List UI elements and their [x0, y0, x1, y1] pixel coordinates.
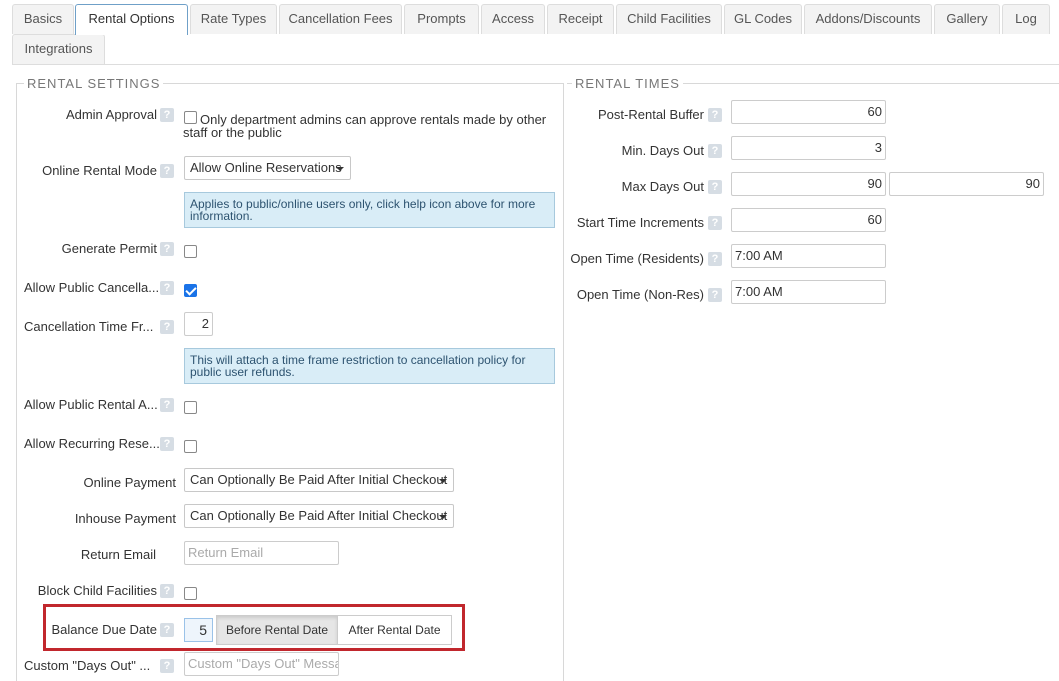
max-days-out-label: Max Days Out: [621, 179, 704, 194]
tab-child-facilities[interactable]: Child Facilities: [616, 4, 722, 34]
start-time-increments-help-icon[interactable]: [708, 216, 722, 230]
allow-public-rental-help-icon[interactable]: [160, 398, 174, 412]
tab-addons-discounts[interactable]: Addons/Discounts: [804, 4, 932, 34]
tab-rental-options[interactable]: Rental Options: [75, 4, 188, 35]
fieldset-border-right: [563, 83, 564, 681]
online-rental-mode-label: Online Rental Mode: [42, 163, 157, 178]
post-rental-buffer-input[interactable]: 60: [731, 100, 886, 124]
open-time-nonres-label: Open Time (Non-Res): [576, 287, 704, 302]
online-rental-mode-help-icon[interactable]: [160, 164, 174, 178]
chevron-down-icon: [439, 515, 447, 519]
custom-days-out-label: Custom "Days Out" ...: [24, 658, 151, 673]
open-time-residents-label: Open Time (Residents): [570, 251, 704, 266]
post-rental-buffer-label: Post-Rental Buffer: [598, 107, 704, 122]
online-rental-mode-value: Allow Online Reservations: [190, 160, 342, 175]
return-email-label: Return Email: [80, 547, 156, 562]
min-days-out-help-icon[interactable]: [708, 144, 722, 158]
min-days-out-label: Min. Days Out: [621, 143, 704, 158]
after-rental-date-button[interactable]: After Rental Date: [337, 615, 452, 645]
custom-days-out-help-icon[interactable]: [160, 659, 174, 673]
open-time-nonres-help-icon[interactable]: [708, 288, 722, 302]
tab-gl-codes[interactable]: GL Codes: [724, 4, 802, 34]
online-payment-label: Online Payment: [83, 475, 177, 490]
open-time-residents-input[interactable]: 7:00 AM: [731, 244, 886, 268]
tab-cancellation-fees[interactable]: Cancellation Fees: [279, 4, 402, 34]
generate-permit-checkbox[interactable]: [184, 245, 197, 258]
generate-permit-help-icon[interactable]: [160, 242, 174, 256]
open-time-nonres-input[interactable]: 7:00 AM: [731, 280, 886, 304]
inhouse-payment-value: Can Optionally Be Paid After Initial Che…: [190, 508, 448, 523]
tab-prompts[interactable]: Prompts: [404, 4, 479, 34]
max-days-out-input-2[interactable]: 90: [889, 172, 1044, 196]
allow-recurring-help-icon[interactable]: [160, 437, 174, 451]
admin-approval-help-icon[interactable]: [160, 108, 174, 122]
rental-settings-legend: RENTAL SETTINGS: [24, 76, 164, 91]
start-time-increments-input[interactable]: 60: [731, 208, 886, 232]
tab-integrations[interactable]: Integrations: [12, 34, 105, 64]
max-days-out-help-icon[interactable]: [708, 180, 722, 194]
allow-public-cancellation-checkbox[interactable]: [184, 284, 197, 297]
inhouse-payment-select[interactable]: Can Optionally Be Paid After Initial Che…: [184, 504, 454, 528]
balance-due-date-help-icon[interactable]: [160, 623, 174, 637]
allow-recurring-checkbox[interactable]: [184, 440, 197, 453]
cancellation-time-frame-info: This will attach a time frame restrictio…: [184, 348, 555, 384]
allow-public-cancellation-help-icon[interactable]: [160, 281, 174, 295]
generate-permit-label: Generate Permit: [61, 241, 157, 256]
online-payment-select[interactable]: Can Optionally Be Paid After Initial Che…: [184, 468, 454, 492]
inhouse-payment-label: Inhouse Payment: [74, 511, 176, 526]
open-time-residents-help-icon[interactable]: [708, 252, 722, 266]
online-rental-mode-select[interactable]: Allow Online Reservations: [184, 156, 351, 180]
return-email-input[interactable]: Return Email: [184, 541, 339, 565]
post-rental-buffer-help-icon[interactable]: [708, 108, 722, 122]
online-payment-value: Can Optionally Be Paid After Initial Che…: [190, 472, 448, 487]
allow-public-cancellation-label: Allow Public Cancella...: [24, 280, 160, 295]
before-rental-date-button[interactable]: Before Rental Date: [216, 615, 338, 645]
tab-receipt[interactable]: Receipt: [547, 4, 614, 34]
tab-bar: Basics Rental Options Rate Types Cancell…: [12, 4, 1059, 65]
allow-public-rental-label: Allow Public Rental A...: [24, 397, 158, 412]
block-child-facilities-checkbox[interactable]: [184, 587, 197, 600]
allow-recurring-label: Allow Recurring Rese...: [24, 436, 160, 451]
balance-due-date-label: Balance Due Date: [51, 622, 157, 637]
rental-times-legend: RENTAL TIMES: [572, 76, 683, 91]
cancellation-time-frame-input[interactable]: 2: [184, 312, 213, 336]
cancellation-time-frame-label: Cancellation Time Fr...: [24, 319, 154, 334]
custom-days-out-input[interactable]: Custom "Days Out" Messa: [184, 652, 339, 676]
allow-public-rental-checkbox[interactable]: [184, 401, 197, 414]
tab-log[interactable]: Log: [1002, 4, 1050, 34]
chevron-down-icon: [439, 479, 447, 483]
tab-basics[interactable]: Basics: [12, 4, 74, 34]
tab-access[interactable]: Access: [481, 4, 545, 34]
max-days-out-input[interactable]: 90: [731, 172, 886, 196]
admin-approval-text: Only department admins can approve renta…: [183, 112, 547, 140]
cancellation-time-frame-help-icon[interactable]: [160, 320, 174, 334]
fieldset-border-left: [16, 83, 17, 681]
min-days-out-input[interactable]: 3: [731, 136, 886, 160]
admin-approval-label: Admin Approval: [65, 107, 157, 122]
balance-due-date-input[interactable]: 5: [184, 618, 213, 642]
online-rental-mode-info: Applies to public/online users only, cli…: [184, 192, 555, 228]
block-child-facilities-help-icon[interactable]: [160, 584, 174, 598]
tab-rate-types[interactable]: Rate Types: [190, 4, 277, 34]
chevron-down-icon: [336, 167, 344, 171]
block-child-facilities-label: Block Child Facilities: [37, 583, 157, 598]
start-time-increments-label: Start Time Increments: [576, 215, 704, 230]
tab-gallery[interactable]: Gallery: [934, 4, 1000, 34]
